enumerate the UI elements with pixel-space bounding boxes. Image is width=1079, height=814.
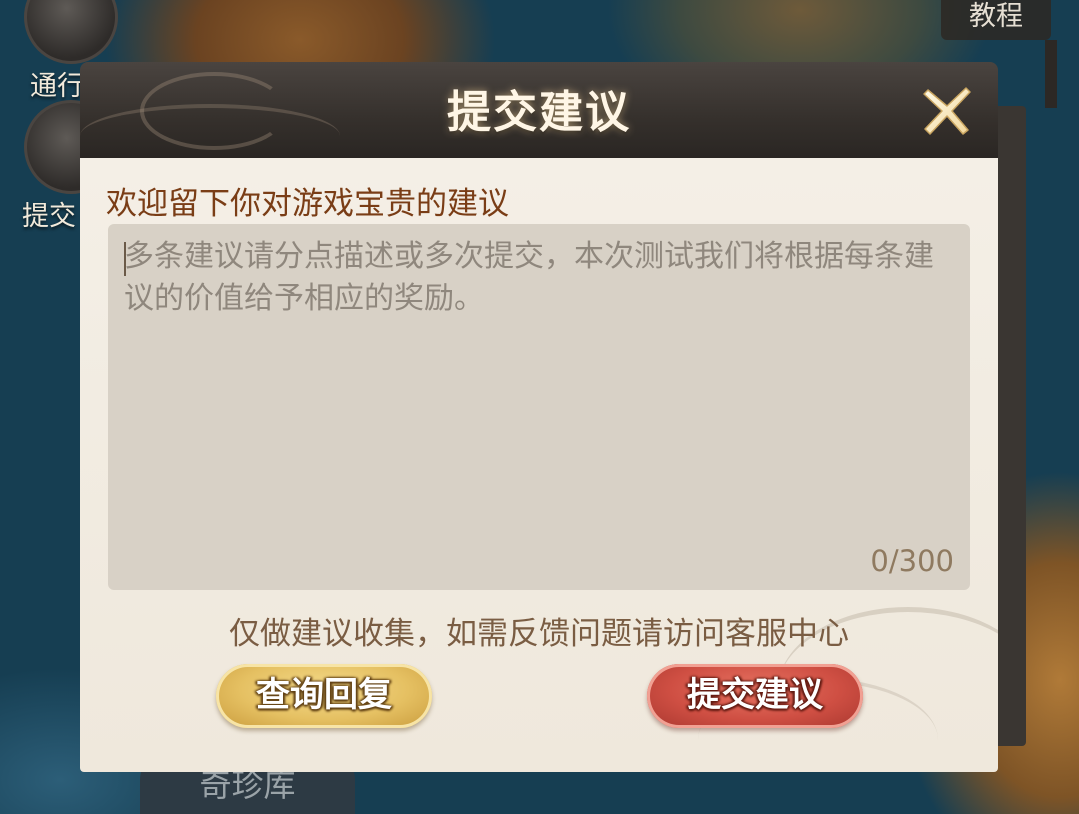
notice-text: 仅做建议收集，如需反馈问题请访问客服中心 [229, 616, 849, 652]
pass-icon [23, 0, 118, 64]
close-x-icon [923, 87, 971, 135]
close-button[interactable] [918, 82, 976, 140]
char-counter: 0/300 [870, 544, 954, 578]
submit-suggestion-button[interactable]: 提交建议 [647, 664, 863, 728]
suggestion-prompt: 欢迎留下你对游戏宝贵的建议 [106, 186, 509, 222]
tutorial-button[interactable]: 教程 [941, 0, 1051, 40]
dialog-body: 欢迎留下你对游戏宝贵的建议 0/300 仅做建议收集，如需反馈问题请访问客服中心… [80, 158, 998, 772]
suggestion-textarea-box[interactable]: 0/300 [108, 224, 970, 590]
suggestion-input[interactable] [108, 224, 970, 590]
tutorial-bar [1045, 40, 1057, 108]
dialog-header: 提交建议 [80, 62, 998, 158]
suggestion-dialog: 提交建议 欢迎留下你对游戏宝贵的建议 0/300 仅做建议收集，如需反馈问题请访… [80, 62, 1026, 772]
dialog-title: 提交建议 [447, 87, 631, 138]
query-reply-button[interactable]: 查询回复 [216, 664, 432, 728]
text-caret [124, 242, 126, 276]
